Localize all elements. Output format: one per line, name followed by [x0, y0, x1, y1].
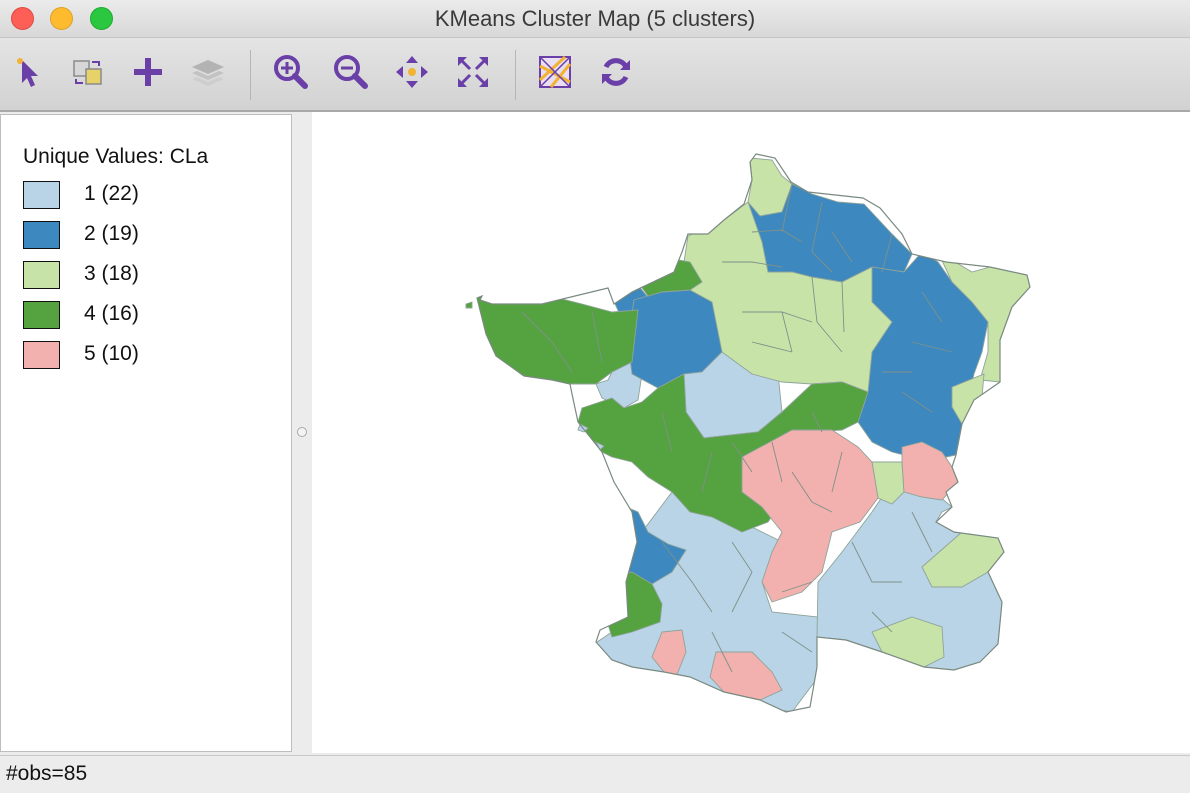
zoom-out-icon: [334, 55, 368, 89]
zoom-out-button[interactable]: [330, 52, 370, 92]
toolbar-separator: [250, 50, 251, 100]
toolbar: [0, 38, 1190, 112]
cluster-map[interactable]: [312, 112, 1190, 753]
legend-swatch: [23, 301, 60, 329]
select-tool-button[interactable]: [10, 52, 50, 92]
zoom-in-icon: [274, 55, 308, 89]
basemap-button[interactable]: [535, 52, 575, 92]
legend-swatch: [23, 341, 60, 369]
legend-label: 4 (16): [84, 302, 139, 325]
observation-count: #obs=85: [6, 762, 88, 785]
cluster-4-region[interactable]: [477, 291, 639, 385]
refresh-button[interactable]: [596, 52, 636, 92]
legend-label: 3 (18): [84, 262, 139, 285]
status-bar: #obs=85: [0, 755, 1190, 793]
panel-splitter[interactable]: [293, 114, 311, 752]
selection-swap-button[interactable]: [68, 52, 108, 92]
full-extent-button[interactable]: [453, 52, 493, 92]
zoom-in-button[interactable]: [270, 52, 310, 92]
map-canvas[interactable]: [312, 112, 1190, 753]
refresh-icon: [602, 58, 630, 86]
legend-label: 2 (19): [84, 222, 139, 245]
pointer-arrow-icon: [17, 58, 38, 87]
basemap-icon: [538, 55, 572, 88]
department-polygons[interactable]: [477, 157, 1030, 712]
toolbar-separator: [515, 50, 516, 100]
full-extent-icon: [458, 57, 488, 87]
title-bar: KMeans Cluster Map (5 clusters): [0, 0, 1190, 38]
layers-icon: [192, 60, 224, 86]
legend-label: 5 (10): [84, 342, 139, 365]
plus-icon: [134, 58, 162, 86]
legend-panel: Unique Values: CLa 1 (22) 2 (19) 3 (18) …: [0, 114, 292, 752]
legend-title: Unique Values: CLa: [23, 145, 209, 168]
legend-swatch: [23, 181, 60, 209]
cluster-4-region[interactable]: [465, 301, 473, 309]
add-layer-button[interactable]: [128, 52, 168, 92]
splitter-handle[interactable]: [297, 427, 307, 437]
pan-button[interactable]: [392, 52, 432, 92]
legend-swatch: [23, 261, 60, 289]
layers-button[interactable]: [188, 52, 228, 92]
pan-arrows-icon: [396, 56, 428, 88]
legend-label: 1 (22): [84, 182, 139, 205]
window-title: KMeans Cluster Map (5 clusters): [434, 6, 756, 31]
selection-swap-icon: [73, 60, 102, 85]
legend-swatch: [23, 221, 60, 249]
